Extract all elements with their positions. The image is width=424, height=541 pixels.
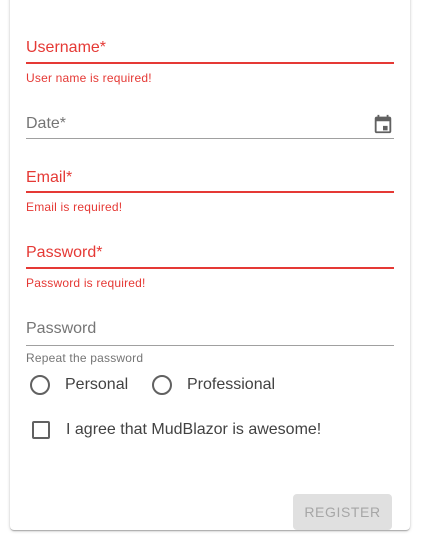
- radio-label-professional: Professional: [187, 376, 276, 393]
- agree-checkbox-label: I agree that MudBlazor is awesome!: [66, 421, 322, 438]
- radio-circle-personal[interactable]: [30, 375, 50, 395]
- radio-professional[interactable]: Professional: [152, 375, 275, 395]
- password-field[interactable]: Password* Password is required!: [26, 236, 394, 292]
- password-error: Password is required!: [26, 276, 146, 290]
- date-label: Date*: [26, 115, 67, 132]
- register-button[interactable]: REGISTER: [293, 494, 392, 530]
- email-underline: [26, 191, 394, 193]
- username-label: Username*: [26, 39, 107, 56]
- repeat-password-helper: Repeat the password: [26, 351, 144, 365]
- email-error: Email is required!: [26, 200, 123, 214]
- repeat-password-field[interactable]: Password Repeat the password: [26, 312, 394, 368]
- repeat-password-label: Password: [26, 320, 97, 337]
- username-field[interactable]: Username* User name is required!: [26, 31, 394, 91]
- username-underline: [26, 62, 394, 64]
- date-underline: [26, 138, 394, 139]
- register-card: Username* User name is required! Date* E…: [10, 0, 410, 530]
- radio-label-personal: Personal: [65, 376, 129, 393]
- agree-checkbox-row[interactable]: I agree that MudBlazor is awesome!: [32, 421, 321, 439]
- password-underline: [26, 267, 394, 269]
- repeat-password-underline: [26, 345, 394, 346]
- date-field[interactable]: Date*: [26, 106, 394, 142]
- email-label: Email*: [26, 169, 73, 186]
- username-error: User name is required!: [26, 71, 152, 85]
- password-label: Password*: [26, 244, 103, 261]
- agree-checkbox[interactable]: [32, 421, 50, 439]
- radio-circle-professional[interactable]: [152, 375, 172, 395]
- calendar-icon[interactable]: [372, 113, 394, 135]
- radio-personal[interactable]: Personal: [30, 375, 128, 395]
- email-field[interactable]: Email* Email is required!: [26, 161, 394, 217]
